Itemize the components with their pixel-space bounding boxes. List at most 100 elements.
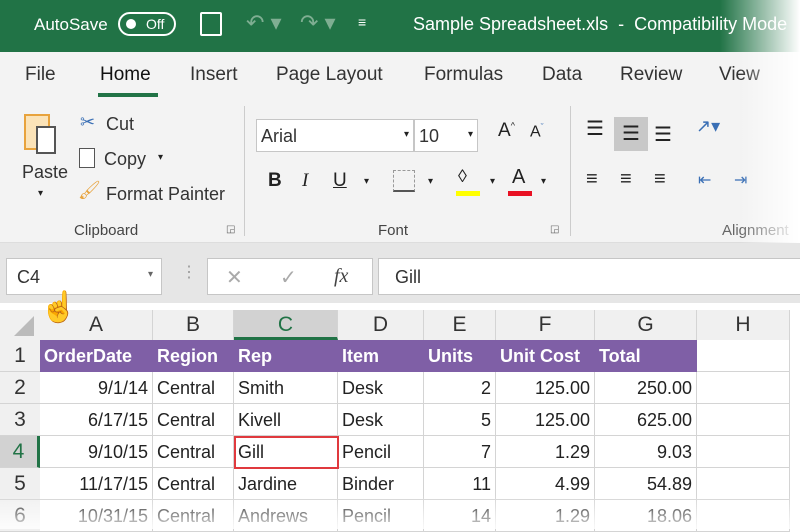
copy-button[interactable]: Copy [104, 149, 146, 170]
table-cell[interactable]: 125.00 [496, 372, 595, 404]
row-header-3[interactable]: 3 [0, 404, 40, 436]
table-cell[interactable]: Smith [234, 372, 338, 404]
empty-cell[interactable] [697, 372, 790, 404]
tab-page-layout[interactable]: Page Layout [276, 64, 383, 86]
tab-home[interactable]: Home [100, 64, 151, 86]
increase-font-size-icon[interactable]: A^ [498, 120, 515, 142]
table-cell[interactable]: Desk [338, 372, 424, 404]
chevron-down-icon: ▾ [148, 269, 153, 280]
font-color-swatch [508, 191, 532, 196]
copy-dropdown-icon[interactable]: ▾ [158, 152, 163, 163]
redo-icon[interactable]: ↷ ▾ [300, 10, 336, 36]
table-cell[interactable]: 5 [424, 404, 496, 436]
table-header-cell[interactable]: Rep [234, 340, 338, 372]
underline-dropdown-icon[interactable]: ▾ [364, 176, 369, 187]
italic-button[interactable]: I [302, 170, 308, 192]
decrease-indent-icon[interactable]: ⇤ [698, 170, 711, 190]
column-header-f[interactable]: F [496, 310, 595, 340]
borders-icon[interactable] [393, 170, 415, 192]
bold-button[interactable]: B [268, 170, 282, 192]
center-icon[interactable]: ≡ [620, 168, 632, 191]
table-cell[interactable]: Central [153, 372, 234, 404]
table-cell[interactable]: 625.00 [595, 404, 697, 436]
font-color-dropdown-icon[interactable]: ▾ [541, 176, 546, 187]
borders-dropdown-icon[interactable]: ▾ [428, 176, 433, 187]
table-cell[interactable]: 1.29 [496, 436, 595, 468]
table-cell[interactable]: 2 [424, 372, 496, 404]
tab-formulas[interactable]: Formulas [424, 64, 503, 86]
column-header-e[interactable]: E [424, 310, 496, 340]
empty-cell[interactable] [697, 340, 790, 372]
active-tab-indicator [98, 93, 158, 97]
hand-cursor-icon: ☝ [40, 290, 77, 325]
table-header-cell[interactable]: OrderDate [40, 340, 153, 372]
fill-color-dropdown-icon[interactable]: ▾ [490, 176, 495, 187]
row-header-4[interactable]: 4 [0, 436, 40, 468]
clipboard-launcher-icon[interactable]: ◲ [226, 224, 235, 235]
undo-icon[interactable]: ↶ ▾ [246, 10, 282, 36]
table-cell[interactable]: Pencil [338, 436, 424, 468]
underline-button[interactable]: U [333, 170, 347, 192]
row-header-2[interactable]: 2 [0, 372, 40, 404]
row-header-1[interactable]: 1 [0, 340, 40, 372]
table-cell[interactable]: 9.03 [595, 436, 697, 468]
table-cell[interactable]: 9/1/14 [40, 372, 153, 404]
chevron-down-icon: ▾ [404, 129, 409, 140]
bottom-align-icon[interactable]: ☰ [654, 122, 672, 147]
chevron-down-icon: ▾ [468, 129, 473, 140]
table-cell[interactable]: Central [153, 404, 234, 436]
table-header-cell[interactable]: Region [153, 340, 234, 372]
decrease-font-size-icon[interactable]: Aˇ [530, 122, 544, 141]
autosave-toggle[interactable]: Off [118, 12, 176, 36]
table-header-cell[interactable]: Item [338, 340, 424, 372]
table-cell[interactable]: Central [153, 436, 234, 468]
font-launcher-icon[interactable]: ◲ [550, 224, 559, 235]
column-header-g[interactable]: G [595, 310, 697, 340]
table-cell[interactable]: 6/17/15 [40, 404, 153, 436]
clipboard-group-label: Clipboard [74, 222, 138, 239]
table-cell[interactable]: 125.00 [496, 404, 595, 436]
save-icon[interactable] [200, 12, 222, 36]
column-header-c[interactable]: C [234, 310, 338, 340]
tab-review[interactable]: Review [620, 64, 682, 86]
customize-qat-icon[interactable]: ≡ [358, 14, 366, 30]
cancel-icon[interactable]: ✕ [226, 265, 243, 290]
paste-button[interactable]: Paste ▾ [18, 110, 68, 210]
table-cell[interactable]: 7 [424, 436, 496, 468]
top-align-icon[interactable]: ☰ [586, 116, 604, 141]
table-cell[interactable]: Desk [338, 404, 424, 436]
formula-input[interactable]: Gill [378, 258, 800, 295]
font-name-select[interactable]: Arial ▾ [256, 119, 414, 152]
fill-color-icon[interactable]: ◊ [458, 166, 467, 187]
middle-align-icon[interactable]: ☰ [614, 117, 648, 151]
align-right-icon[interactable]: ≡ [654, 168, 666, 191]
table-header-cell[interactable]: Total [595, 340, 697, 372]
insert-function-button[interactable]: fx [334, 265, 348, 288]
tab-data[interactable]: Data [542, 64, 582, 86]
table-header-cell[interactable]: Units [424, 340, 496, 372]
enter-icon[interactable]: ✓ [280, 265, 297, 290]
selected-cell-highlight [234, 436, 339, 469]
divider [570, 106, 571, 236]
select-all-button[interactable] [0, 310, 40, 340]
align-left-icon[interactable]: ≡ [586, 168, 598, 191]
cut-button[interactable]: Cut [106, 114, 134, 135]
name-box[interactable]: C4 ▾ [6, 258, 162, 295]
font-color-button[interactable]: A [512, 166, 525, 189]
drag-handle-icon[interactable]: ⋮ [181, 262, 197, 282]
empty-cell[interactable] [697, 436, 790, 468]
table-header-cell[interactable]: Unit Cost [496, 340, 595, 372]
orientation-icon[interactable]: ↗▾ [696, 116, 720, 137]
column-header-h[interactable]: H [697, 310, 790, 340]
font-group-label: Font [378, 222, 408, 239]
table-cell[interactable]: 250.00 [595, 372, 697, 404]
column-header-b[interactable]: B [153, 310, 234, 340]
table-cell[interactable]: Kivell [234, 404, 338, 436]
column-header-d[interactable]: D [338, 310, 424, 340]
empty-cell[interactable] [697, 404, 790, 436]
font-size-select[interactable]: 10 ▾ [414, 119, 478, 152]
tab-insert[interactable]: Insert [190, 64, 238, 86]
format-painter-button[interactable]: Format Painter [106, 184, 225, 205]
table-cell[interactable]: 9/10/15 [40, 436, 153, 468]
tab-file[interactable]: File [25, 64, 56, 86]
